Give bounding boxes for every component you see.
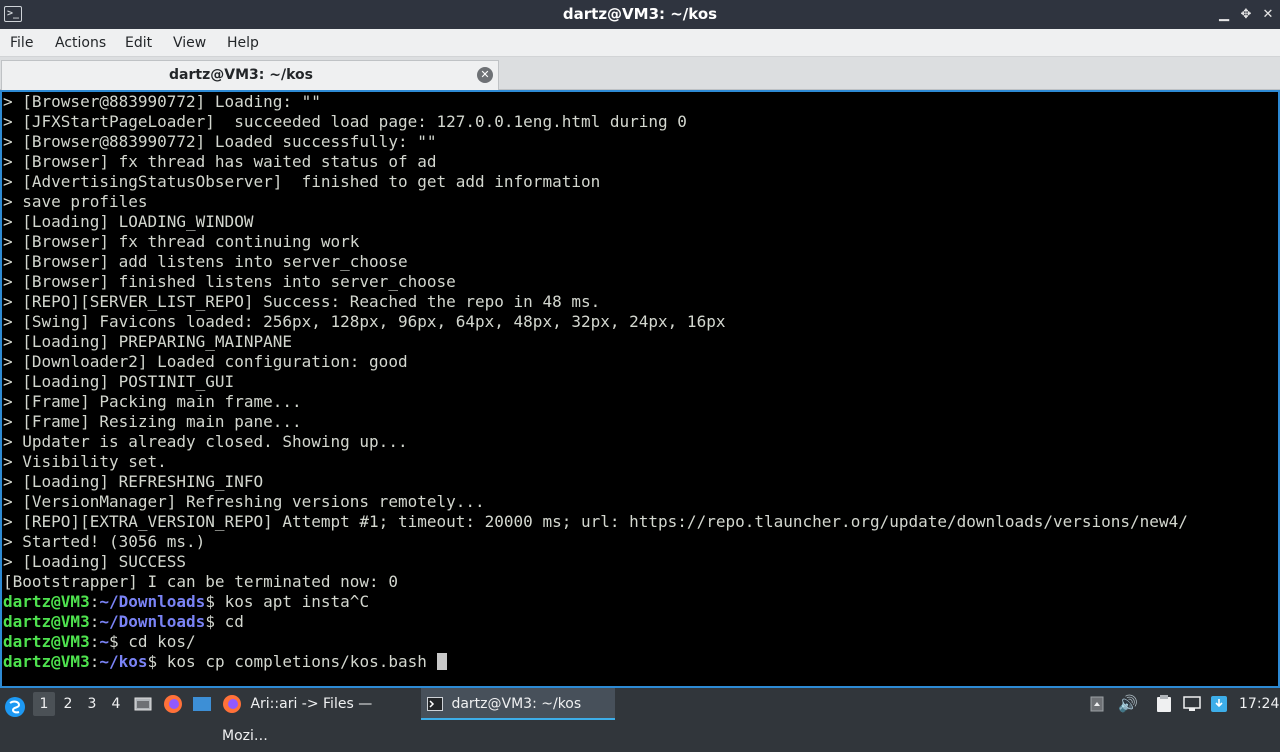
terminal-icon xyxy=(427,697,443,711)
output-line: > [Browser] finished listens into server… xyxy=(3,272,456,291)
prompt-user: dartz@VM3 xyxy=(3,632,90,651)
output-line: > [Loading] REFRESHING_INFO xyxy=(3,472,264,491)
desktop-2-button[interactable]: 2 xyxy=(57,688,79,720)
maximize-button[interactable]: ✥ xyxy=(1235,0,1257,29)
terminal-output: > [Browser@883990772] Loading: "" > [JFX… xyxy=(3,92,1188,672)
volume-icon[interactable]: 🔊 xyxy=(1118,688,1138,720)
prompt-line: dartz@VM3:~/Downloads$ cd xyxy=(3,612,1188,632)
output-line: > Visibility set. xyxy=(3,452,167,471)
output-line: > [Browser] add listens into server_choo… xyxy=(3,252,408,271)
menu-file[interactable]: File xyxy=(10,29,33,57)
prompt-line-current[interactable]: dartz@VM3:~/kos$ kos cp completions/kos.… xyxy=(3,652,1188,672)
desktop-3-button[interactable]: 3 xyxy=(81,688,103,720)
output-line: > [VersionManager] Refreshing versions r… xyxy=(3,492,485,511)
desktop-4-button[interactable]: 4 xyxy=(105,688,127,720)
prompt-colon: : xyxy=(89,612,100,631)
output-line: > [AdvertisingStatusObserver] finished t… xyxy=(3,172,601,191)
minimize-button[interactable]: ▁ xyxy=(1213,0,1235,29)
terminal-view[interactable]: > [Browser@883990772] Loading: "" > [JFX… xyxy=(0,90,1280,688)
prompt-colon: : xyxy=(89,632,100,651)
output-line: > [REPO][SERVER_LIST_REPO] Success: Reac… xyxy=(3,292,601,311)
output-line: > [Downloader2] Loaded configuration: go… xyxy=(3,352,408,371)
close-window-button[interactable]: ✕ xyxy=(1257,0,1279,29)
prompt-colon: : xyxy=(89,592,100,611)
clipboard-icon[interactable] xyxy=(1156,688,1176,720)
task-label: Ari::ari -> Files — Mozi… xyxy=(222,696,373,744)
output-line: > Started! (3056 ms.) xyxy=(3,532,206,551)
prompt-command: $ cd kos/ xyxy=(108,632,196,651)
prompt-path: ~/kos xyxy=(99,652,148,671)
text-cursor xyxy=(436,653,447,670)
output-line: > [Loading] LOADING_WINDOW xyxy=(3,212,254,231)
output-line: > [Loading] POSTINIT_GUI xyxy=(3,372,235,391)
prompt-command: $ kos apt insta^C xyxy=(205,592,370,611)
output-line: > [JFXStartPageLoader] succeeded load pa… xyxy=(3,112,687,131)
prompt-user: dartz@VM3 xyxy=(3,652,90,671)
output-line: [Bootstrapper] I can be terminated now: … xyxy=(3,572,398,591)
prompt-path: ~/Downloads xyxy=(99,612,206,631)
prompt-line: dartz@VM3:~/Downloads$ kos apt insta^C xyxy=(3,592,1188,612)
tab-close-icon[interactable]: ✕ xyxy=(477,67,493,83)
prompt-user: dartz@VM3 xyxy=(3,592,90,611)
output-line: > [Frame] Packing main frame... xyxy=(3,392,302,411)
menu-edit[interactable]: Edit xyxy=(125,29,152,57)
menu-view[interactable]: View xyxy=(173,29,206,57)
prompt-command: $ kos cp completions/kos.bash xyxy=(147,652,437,671)
desktop-1-button[interactable]: 1 xyxy=(33,692,55,716)
file-manager-icon[interactable] xyxy=(192,688,214,720)
output-line: > [Browser] fx thread has waited status … xyxy=(3,152,437,171)
output-line: > [Browser@883990772] Loading: "" xyxy=(3,92,321,111)
prompt-path: ~ xyxy=(99,632,109,651)
window-titlebar: >_ dartz@VM3: ~/kos ▁ ✥ ✕ xyxy=(0,0,1280,29)
tray-expand-icon[interactable] xyxy=(1090,688,1110,720)
firefox-launcher-icon[interactable] xyxy=(163,688,185,720)
prompt-user: dartz@VM3 xyxy=(3,612,90,631)
network-icon[interactable] xyxy=(1183,688,1203,720)
output-line: > [REPO][EXTRA_VERSION_REPO] Attempt #1;… xyxy=(3,512,1188,531)
output-line: > [Browser@883990772] Loaded successfull… xyxy=(3,132,437,151)
output-line: > [Browser] fx thread continuing work xyxy=(3,232,360,251)
window-title: dartz@VM3: ~/kos xyxy=(562,5,718,23)
menu-actions[interactable]: Actions xyxy=(55,29,106,57)
prompt-command: $ cd xyxy=(205,612,244,631)
menu-bar: File Actions Edit View Help xyxy=(0,29,1280,57)
output-line: > Updater is already closed. Showing up.… xyxy=(3,432,408,451)
task-label: dartz@VM3: ~/kos xyxy=(451,696,582,712)
menu-help[interactable]: Help xyxy=(227,29,259,57)
updates-icon[interactable] xyxy=(1210,688,1230,720)
prompt-line: dartz@VM3:~$ cd kos/ xyxy=(3,632,1188,652)
tab-terminal[interactable]: dartz@VM3: ~/kos ✕ xyxy=(1,60,499,90)
prompt-path: ~/Downloads xyxy=(99,592,206,611)
taskbar: 1 2 3 4 Ari::ari -> Files — Mozi… dartz@… xyxy=(0,688,1280,744)
tab-bar: dartz@VM3: ~/kos ✕ xyxy=(0,57,1280,90)
output-line: > [Swing] Favicons loaded: 256px, 128px,… xyxy=(3,312,726,331)
output-line: > save profiles xyxy=(3,192,148,211)
tab-label: dartz@VM3: ~/kos xyxy=(169,67,313,83)
clock[interactable]: 17:24 xyxy=(1239,688,1279,720)
task-firefox[interactable]: Ari::ari -> Files — Mozi… xyxy=(222,688,418,744)
app-launcher-icon[interactable] xyxy=(4,688,28,720)
output-line: > [Loading] SUCCESS xyxy=(3,552,187,571)
output-line: > [Loading] PREPARING_MAINPANE xyxy=(3,332,292,351)
task-terminal[interactable]: dartz@VM3: ~/kos xyxy=(421,688,615,720)
firefox-icon xyxy=(223,695,241,713)
output-line: > [Frame] Resizing main pane... xyxy=(3,412,302,431)
show-desktop-icon[interactable] xyxy=(134,688,156,720)
prompt-colon: : xyxy=(89,652,100,671)
